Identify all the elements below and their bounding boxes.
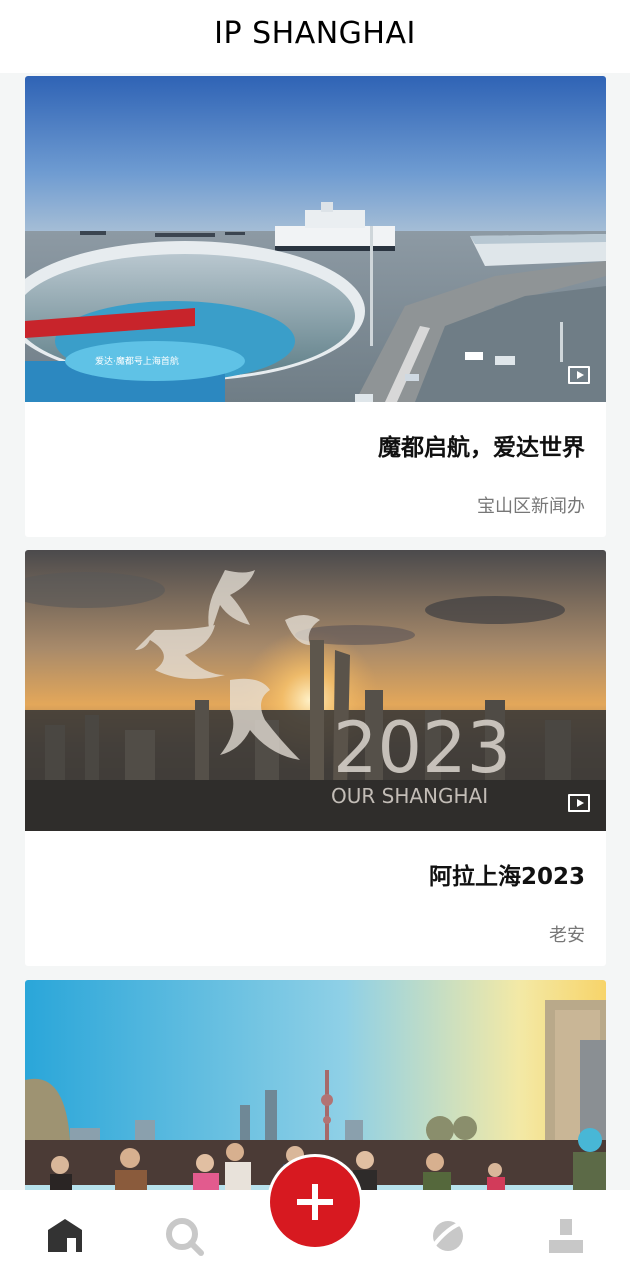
feed-card[interactable]: 2023 OUR SHANGHAI 阿拉上海2023 老安: [25, 550, 606, 966]
add-icon: [297, 1184, 333, 1220]
video-play-icon: [568, 794, 590, 812]
top-header: IP SHANGHAI: [0, 0, 630, 73]
nav-home[interactable]: [45, 1216, 85, 1256]
home-icon: [48, 1219, 82, 1252]
planet-icon: [429, 1220, 466, 1251]
profile-icon: [549, 1219, 583, 1253]
feed-card[interactable]: 爱达·魔都号上海首航 魔都启航，爱达世界 宝山区新闻办: [25, 76, 606, 537]
add-button-circle[interactable]: [270, 1157, 360, 1247]
app-title: IP SHANGHAI: [214, 16, 416, 51]
add-post-button[interactable]: [267, 1154, 363, 1250]
overlay-caption: OUR SHANGHAI: [331, 784, 488, 808]
nav-search[interactable]: [164, 1216, 204, 1256]
card-title[interactable]: 魔都启航，爱达世界: [378, 428, 585, 462]
nav-profile[interactable]: [546, 1216, 586, 1256]
card-title[interactable]: 阿拉上海2023: [429, 857, 585, 891]
search-icon: [166, 1218, 204, 1256]
app-screen: IP SHANGHAI 爱达·魔都号上海首航 魔都启航，爱达世界 宝山区新闻办 …: [0, 0, 630, 1280]
card-image-shanghai-skyline[interactable]: 2023 OUR SHANGHAI: [25, 550, 606, 831]
card-image-cruise-terminal[interactable]: 爱达·魔都号上海首航: [25, 76, 606, 402]
card-source: 老安: [549, 925, 585, 946]
image-banner-text: 爱达·魔都号上海首航: [95, 355, 179, 367]
overlay-year: 2023: [333, 707, 511, 789]
video-play-icon: [568, 366, 590, 384]
card-source: 宝山区新闻办: [477, 496, 585, 517]
nav-discover[interactable]: [428, 1216, 468, 1256]
